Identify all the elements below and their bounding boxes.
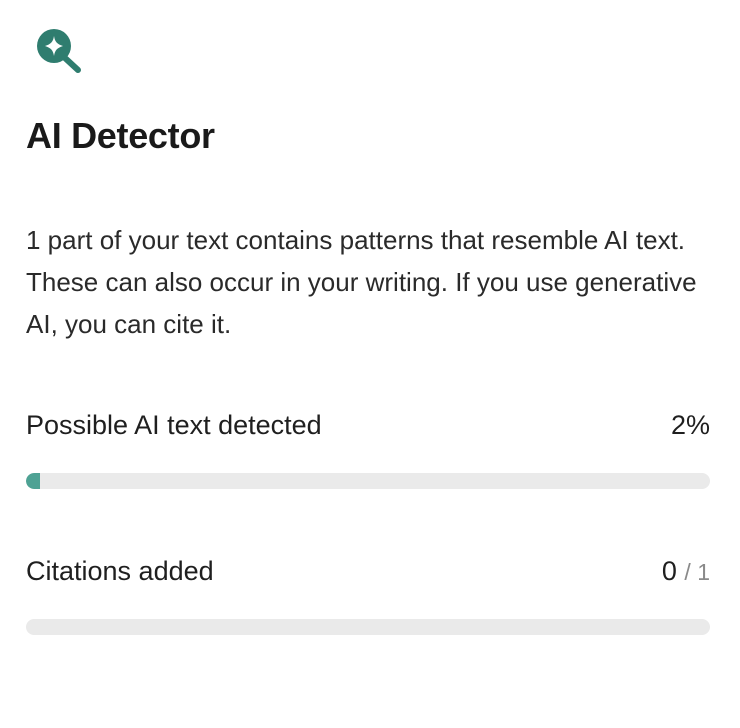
citations-label: Citations added	[26, 556, 214, 586]
magnifier-sparkle-icon	[37, 29, 81, 73]
citations-progress-bar	[26, 619, 710, 635]
ai-text-progress-fill	[26, 473, 40, 489]
citations-count: 0	[661, 556, 677, 586]
ai-text-metric: Possible AI text detected 2%	[26, 410, 710, 489]
ai-detector-panel: AI Detector 1 part of your text contains…	[0, 0, 740, 728]
panel-title: AI Detector	[26, 115, 215, 156]
citations-total: / 1	[684, 559, 710, 585]
ai-text-label: Possible AI text detected	[26, 410, 322, 440]
citations-value-group: 0 / 1	[662, 556, 710, 587]
panel-description: 1 part of your text contains patterns th…	[26, 225, 697, 339]
citations-metric: Citations added 0 / 1	[26, 556, 710, 635]
ai-text-value: 2%	[670, 410, 710, 440]
ai-text-progress-bar	[26, 473, 710, 489]
